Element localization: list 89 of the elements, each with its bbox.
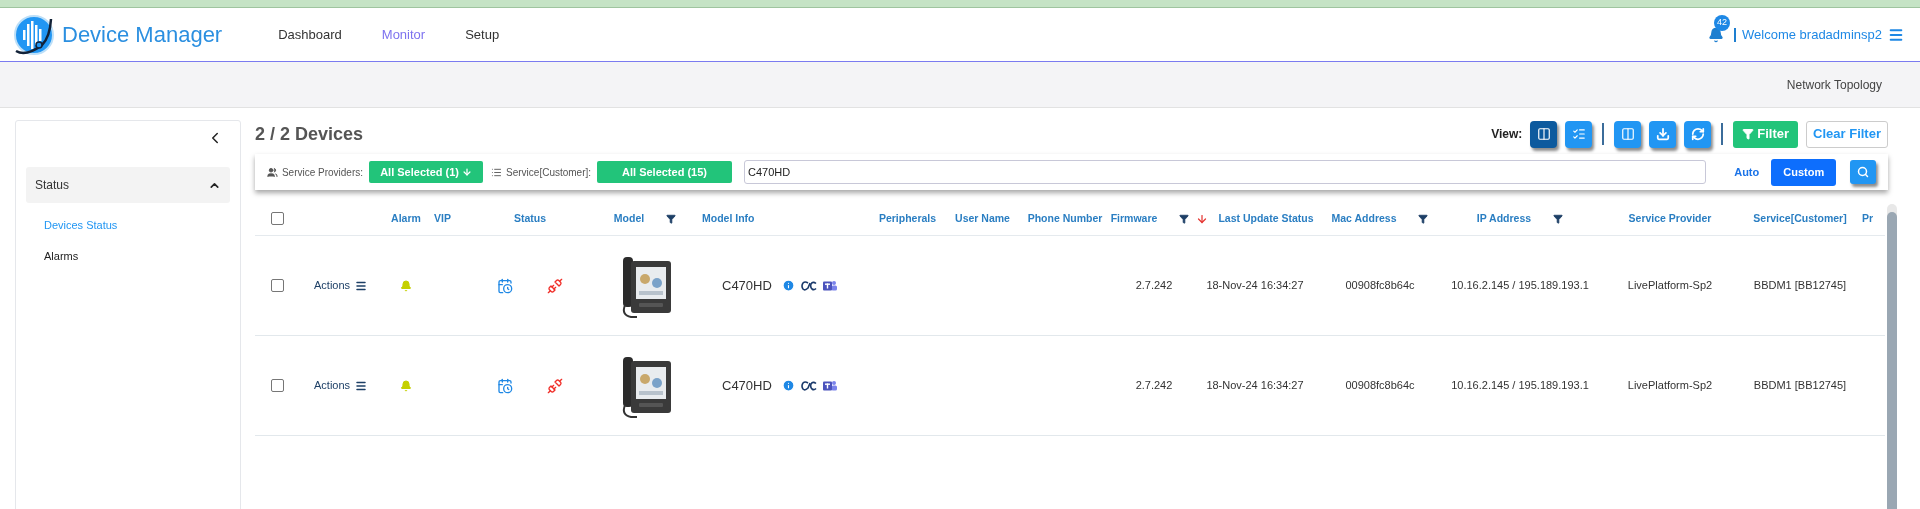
column-header[interactable]: Phone Number (1027, 210, 1103, 227)
list-view-button[interactable] (1565, 120, 1593, 148)
model-name: C470HD (722, 376, 772, 395)
app-title: Device Manager (62, 21, 223, 49)
download-button[interactable] (1649, 120, 1677, 148)
column-header[interactable]: Peripherals (878, 210, 937, 227)
service-providers-label: Service Providers: (281, 165, 364, 180)
column-header[interactable]: Mac Address (1331, 210, 1397, 227)
column-header[interactable]: Service[Customer] (1753, 210, 1847, 227)
last-update-cell-text: 18-Nov-24 16:34:27 (1206, 278, 1304, 294)
column-header[interactable]: Last Update Status (1218, 210, 1314, 227)
column-header[interactable]: Model (613, 210, 645, 227)
download-icon (1655, 127, 1670, 141)
checkbox[interactable] (271, 279, 284, 292)
schedule-icon[interactable] (497, 277, 513, 294)
actions-menu[interactable]: Actions (302, 377, 368, 394)
service-customer-cell-text: BBDM1 [BB12745] (1753, 378, 1847, 394)
brand-logo-icon (800, 380, 817, 391)
actions-menu[interactable]: Actions (302, 277, 368, 294)
column-header[interactable]: Firmware (1110, 210, 1158, 227)
service-customer-dropdown[interactable]: All Selected (15) (597, 161, 732, 183)
service-providers-dropdown[interactable]: All Selected (1) (369, 161, 484, 183)
column-header[interactable]: Model Info (702, 210, 755, 227)
column-header[interactable]: IP Address (1476, 210, 1532, 227)
nav-link[interactable]: Setup (445, 24, 520, 45)
filter-icon[interactable] (666, 213, 677, 224)
checkbox[interactable] (271, 212, 284, 225)
nav-link[interactable]: Dashboard (258, 24, 362, 45)
sidebar-item[interactable]: Devices Status (26, 217, 230, 234)
search-mode-button[interactable]: Auto (1734, 158, 1760, 186)
menu-icon (355, 379, 368, 392)
list-view-icon (1571, 127, 1586, 141)
view-label: View: (1491, 126, 1523, 143)
columns-button[interactable] (1614, 120, 1642, 148)
teams-logo-icon (822, 379, 837, 392)
refresh-button[interactable] (1684, 120, 1712, 148)
logo-icon (12, 12, 56, 57)
clear-filter-button[interactable]: Clear Filter (1806, 120, 1888, 148)
service-customer-cell-text: BBDM1 [BB12745] (1753, 278, 1847, 294)
teams-logo-icon (822, 279, 837, 292)
tree-view-button[interactable] (1530, 120, 1558, 148)
service-customer-label: Service[Customer]: (506, 165, 592, 180)
firmware-cell-text: 2.7.242 (1134, 378, 1173, 394)
column-header[interactable]: Alarm (391, 210, 421, 227)
column-header[interactable]: VIP (434, 210, 451, 227)
service-provider-cell-text: LivePlatform-Sp2 (1627, 378, 1713, 394)
sidebar-item[interactable]: Alarms (26, 247, 230, 264)
sidebar-section[interactable]: Status (26, 167, 230, 203)
users-icon (267, 166, 278, 178)
menu-icon[interactable] (1888, 26, 1904, 43)
mac-address-cell-text: 00908fc8b64c (1345, 378, 1415, 394)
schedule-icon[interactable] (497, 377, 513, 394)
list-icon (491, 166, 503, 178)
mac-address-cell-text: 00908fc8b64c (1345, 278, 1415, 294)
info-icon[interactable] (781, 279, 795, 292)
info-icon[interactable] (781, 379, 795, 392)
firmware-cell-text: 2.7.242 (1134, 278, 1173, 294)
filter-icon[interactable] (1179, 213, 1190, 224)
search-field[interactable]: C470HD (743, 160, 1707, 184)
scrollbar-thumb[interactable] (1887, 212, 1897, 509)
search-mode-button[interactable]: Custom (1771, 158, 1837, 186)
column-header[interactable]: Service Provider (1628, 210, 1712, 227)
welcome-text[interactable]: Welcome bradadminsp2 (1742, 24, 1882, 45)
column-header[interactable]: Pr (1862, 210, 1874, 227)
brand-logo-icon (800, 280, 817, 291)
service-provider-cell-text: LivePlatform-Sp2 (1627, 278, 1713, 294)
menu-icon (355, 279, 368, 292)
bell-icon[interactable] (1708, 26, 1725, 43)
checkbox[interactable] (271, 379, 284, 392)
filter-icon (1742, 128, 1755, 140)
ip-address-cell-text: 10.16.2.145 / 195.189.193.1 (1451, 278, 1589, 294)
nav-link[interactable]: Monitor (361, 24, 446, 45)
arrow-down-icon (462, 167, 472, 177)
ip-address-cell-text: 10.16.2.145 / 195.189.193.1 (1451, 378, 1589, 394)
sort-arrow-icon[interactable] (1196, 212, 1209, 225)
filter-button[interactable]: Filter (1733, 120, 1799, 148)
refresh-icon (1690, 127, 1705, 141)
filter-icon[interactable] (1553, 213, 1564, 224)
column-header[interactable]: User Name (955, 210, 1010, 227)
column-header[interactable]: Status (513, 210, 547, 227)
last-update-cell-text: 18-Nov-24 16:34:27 (1206, 378, 1304, 394)
network-topology-link[interactable]: Network Topology (1786, 75, 1882, 94)
devices-heading: 2 / 2 Devices (255, 122, 364, 146)
filter-icon[interactable] (1418, 213, 1429, 224)
search-button[interactable] (1850, 160, 1876, 184)
model-name: C470HD (722, 276, 772, 295)
notification-count: 42 (1714, 14, 1731, 31)
search-icon (1857, 166, 1870, 178)
columns-icon (1620, 127, 1635, 141)
